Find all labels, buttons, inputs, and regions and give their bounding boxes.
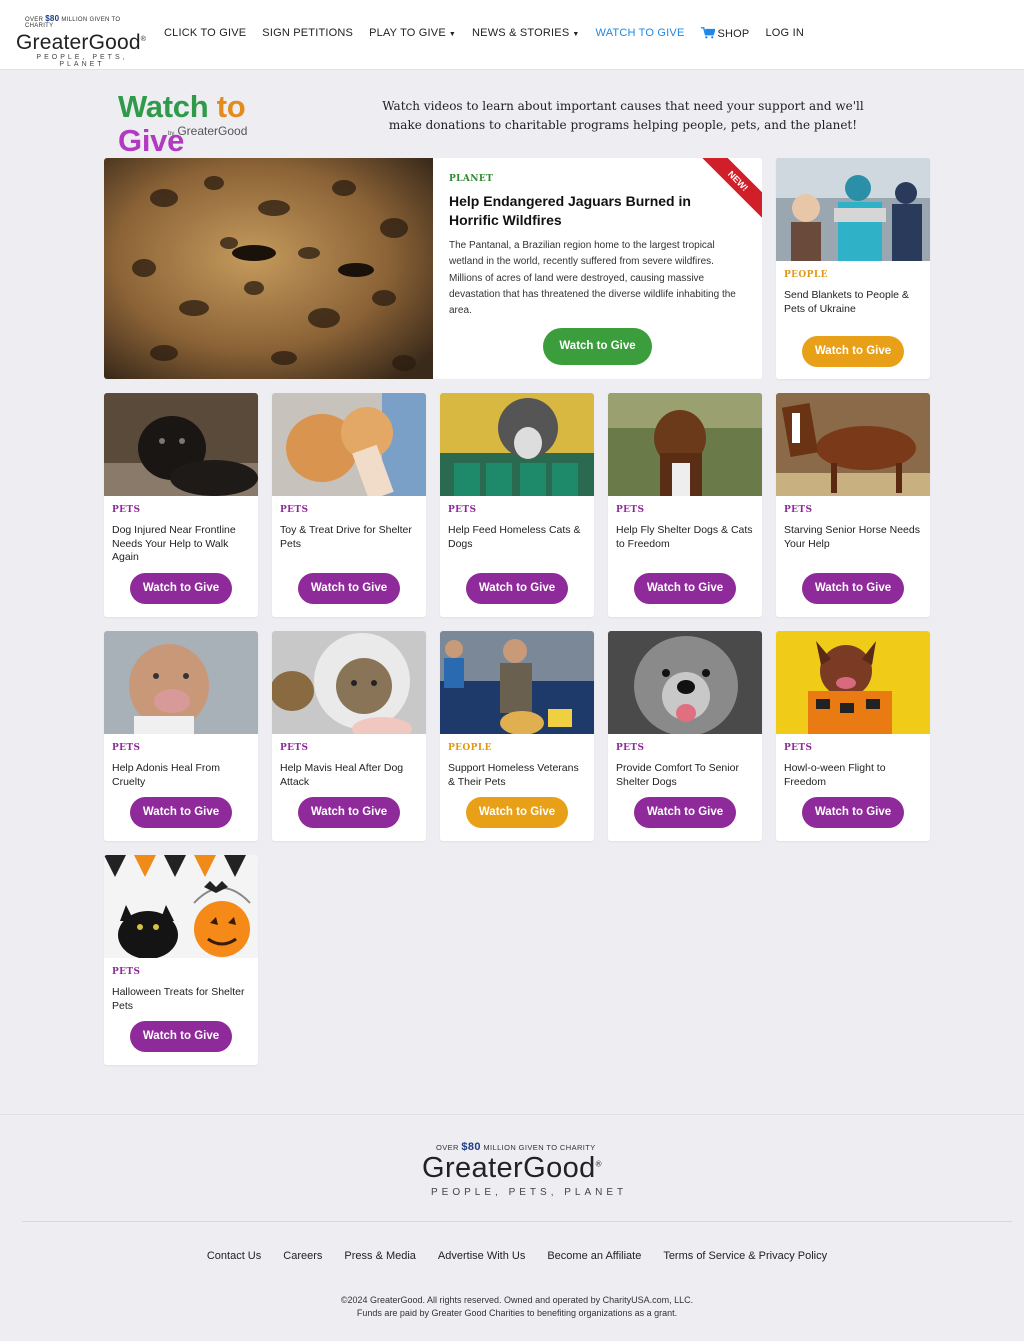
campaign-card: PETS Toy & Treat Drive for Shelter Pets … [272, 393, 426, 617]
campaign-card: PETS Help Fly Shelter Dogs & Cats to Fre… [608, 393, 762, 617]
site-header: OVER $80 MILLION GIVEN TO CHARITY Greate… [0, 0, 1024, 70]
card-title[interactable]: Support Homeless Veterans & Their Pets [448, 762, 588, 789]
greatergood-logo[interactable]: OVER $80 MILLION GIVEN TO CHARITY Greate… [16, 14, 148, 68]
chevron-down-icon: ▼ [448, 31, 457, 38]
card-category: PETS [112, 505, 141, 515]
watch-to-give-logo: Watch to Give by GreaterGood [118, 90, 318, 158]
card-image[interactable] [608, 393, 762, 496]
campaign-card: PETS Help Adonis Heal From Cruelty Watch… [104, 631, 258, 841]
nav-watch-to-give[interactable]: WATCH TO GIVE [596, 27, 685, 40]
cart-icon [700, 27, 715, 39]
card-category: PETS [112, 743, 141, 753]
card-watch-button[interactable]: Watch to Give [130, 573, 232, 604]
footer-links: Contact Us Careers Press & Media Adverti… [0, 1250, 1024, 1262]
card-image[interactable] [104, 393, 258, 496]
card-watch-button[interactable]: Watch to Give [634, 797, 736, 828]
footer-copyright: ©2024 GreaterGood. All rights reserved. … [340, 1295, 694, 1318]
chevron-down-icon: ▼ [572, 31, 580, 38]
logo-name: GreaterGood® [16, 31, 147, 54]
card-watch-button[interactable]: Watch to Give [298, 573, 400, 604]
card-category: PETS [112, 967, 141, 977]
card-title[interactable]: Howl-o-ween Flight to Freedom [784, 762, 924, 789]
campaign-card: PETS Help Feed Homeless Cats & Dogs Watc… [440, 393, 594, 617]
footer-tagline: PEOPLE, PETS, PLANET [431, 1187, 628, 1198]
card-watch-button[interactable]: Watch to Give [802, 797, 904, 828]
nav-log-in[interactable]: LOG IN [765, 27, 804, 40]
card-watch-button[interactable]: Watch to Give [802, 336, 904, 367]
card-category: PETS [616, 505, 645, 515]
jaguar-image[interactable] [104, 158, 433, 379]
card-category: PETS [448, 505, 477, 515]
footer-link-careers[interactable]: Careers [283, 1250, 322, 1262]
intro-text: Watch videos to learn about important ca… [382, 99, 864, 132]
featured-category: PLANET [449, 174, 494, 184]
campaign-card: PETS Starving Senior Horse Needs Your He… [776, 393, 930, 617]
card-category: PETS [784, 743, 813, 753]
card-watch-button[interactable]: Watch to Give [466, 573, 568, 604]
card-category: PETS [616, 743, 645, 753]
campaign-card: PETS Provide Comfort To Senior Shelter D… [608, 631, 762, 841]
logo-over-text: OVER $80 MILLION GIVEN TO CHARITY [25, 14, 121, 29]
card-watch-button[interactable]: Watch to Give [130, 1021, 232, 1052]
card-category: PETS [280, 505, 309, 515]
card-image[interactable] [776, 393, 930, 496]
footer-divider [22, 1221, 1012, 1222]
card-title[interactable]: Help Feed Homeless Cats & Dogs [448, 524, 588, 551]
footer-link-terms[interactable]: Terms of Service & Privacy Policy [663, 1250, 827, 1262]
watch-to-give-byline: by GreaterGood [168, 124, 248, 138]
campaign-card: PETS Help Mavis Heal After Dog Attack Wa… [272, 631, 426, 841]
card-watch-button[interactable]: Watch to Give [130, 797, 232, 828]
featured-campaign: NEW! PLANET Help Endangered Jaguars Burn… [104, 158, 762, 379]
footer-link-contact[interactable]: Contact Us [207, 1250, 261, 1262]
card-image[interactable] [272, 631, 426, 734]
campaign-card: PEOPLE Send Blankets to People & Pets of… [776, 158, 930, 379]
campaign-card: PETS Halloween Treats for Shelter Pets W… [104, 855, 258, 1065]
card-image[interactable] [440, 631, 594, 734]
footer-link-advertise[interactable]: Advertise With Us [438, 1250, 525, 1262]
footer-logo-name[interactable]: GreaterGood® [422, 1152, 602, 1185]
logo-tagline: PEOPLE, PETS, PLANET [36, 54, 128, 68]
nav-sign-petitions[interactable]: SIGN PETITIONS [262, 27, 353, 40]
footer-link-affiliate[interactable]: Become an Affiliate [547, 1250, 641, 1262]
nav-news-stories[interactable]: NEWS & STORIES ▼ [472, 27, 579, 40]
card-watch-button[interactable]: Watch to Give [802, 573, 904, 604]
card-image[interactable] [272, 393, 426, 496]
card-title[interactable]: Halloween Treats for Shelter Pets [112, 986, 252, 1013]
campaign-card: PETS Howl-o-ween Flight to Freedom Watch… [776, 631, 930, 841]
main-nav: CLICK TO GIVE SIGN PETITIONS PLAY TO GIV… [164, 27, 804, 40]
card-image[interactable] [104, 631, 258, 734]
card-title[interactable]: Help Mavis Heal After Dog Attack [280, 762, 420, 789]
card-title[interactable]: Provide Comfort To Senior Shelter Dogs [616, 762, 756, 789]
card-title[interactable]: Dog Injured Near Frontline Needs Your He… [112, 524, 252, 565]
card-title[interactable]: Starving Senior Horse Needs Your Help [784, 524, 924, 551]
card-image[interactable] [608, 631, 762, 734]
card-title[interactable]: Toy & Treat Drive for Shelter Pets [280, 524, 420, 551]
card-category: PEOPLE [448, 743, 492, 753]
featured-watch-button[interactable]: Watch to Give [543, 328, 652, 365]
card-watch-button[interactable]: Watch to Give [466, 797, 568, 828]
card-image[interactable] [440, 393, 594, 496]
card-category: PETS [280, 743, 309, 753]
card-category: PEOPLE [784, 270, 828, 280]
card-watch-button[interactable]: Watch to Give [298, 797, 400, 828]
card-image[interactable] [776, 158, 930, 261]
card-title[interactable]: Send Blankets to People & Pets of Ukrain… [784, 289, 924, 316]
card-image[interactable] [776, 631, 930, 734]
card-category: PETS [784, 505, 813, 515]
featured-title[interactable]: Help Endangered Jaguars Burned in Horrif… [449, 192, 744, 230]
nav-shop[interactable]: SHOP [700, 27, 750, 40]
campaign-card: PETS Dog Injured Near Frontline Needs Yo… [104, 393, 258, 617]
campaign-card: PEOPLE Support Homeless Veterans & Their… [440, 631, 594, 841]
footer-link-press[interactable]: Press & Media [344, 1250, 416, 1262]
card-title[interactable]: Help Adonis Heal From Cruelty [112, 762, 252, 789]
nav-click-to-give[interactable]: CLICK TO GIVE [164, 27, 246, 40]
featured-description: The Pantanal, a Brazilian region home to… [449, 240, 736, 317]
card-title[interactable]: Help Fly Shelter Dogs & Cats to Freedom [616, 524, 756, 551]
card-watch-button[interactable]: Watch to Give [634, 573, 736, 604]
site-footer: OVER $80 MILLION GIVEN TO CHARITY Greate… [0, 1114, 1024, 1341]
nav-play-to-give[interactable]: PLAY TO GIVE ▼ [369, 27, 456, 40]
card-image[interactable] [104, 855, 258, 958]
